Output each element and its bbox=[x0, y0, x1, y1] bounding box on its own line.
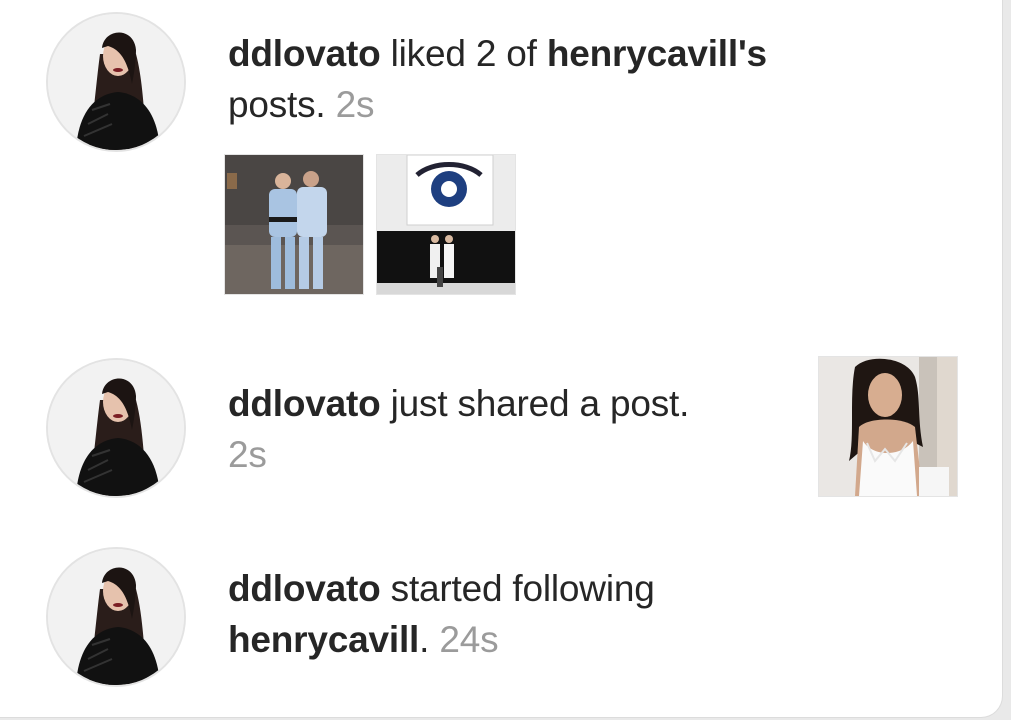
avatar[interactable] bbox=[48, 360, 184, 496]
notification-text: ddlovato just shared a post. 2s bbox=[228, 378, 698, 480]
post-thumbnail[interactable] bbox=[818, 356, 958, 497]
notification-text: ddlovato started following henrycavill. … bbox=[228, 563, 828, 665]
avatar[interactable] bbox=[48, 14, 184, 150]
notification-action-rest: . bbox=[419, 619, 430, 660]
target-username-link[interactable]: henrycavill bbox=[228, 619, 419, 660]
username-link[interactable]: ddlovato bbox=[228, 568, 381, 609]
target-username-link[interactable]: henrycavill's bbox=[547, 33, 767, 74]
username-link[interactable]: ddlovato bbox=[228, 33, 381, 74]
timestamp: 2s bbox=[228, 434, 267, 475]
avatar[interactable] bbox=[48, 549, 184, 685]
post-thumbnail[interactable] bbox=[376, 154, 516, 295]
activity-feed: ddlovato liked 2 of henrycavill's posts.… bbox=[0, 0, 1003, 718]
notification-action: liked 2 of bbox=[380, 33, 547, 74]
notification-action: started following bbox=[380, 568, 655, 609]
timestamp: 24s bbox=[439, 619, 499, 660]
timestamp: 2s bbox=[335, 84, 375, 125]
notification-action: just shared a post. bbox=[380, 383, 690, 424]
notification-text: ddlovato liked 2 of henrycavill's posts.… bbox=[228, 28, 908, 130]
username-link[interactable]: ddlovato bbox=[228, 383, 381, 424]
notification-item[interactable]: ddlovato just shared a post. 2s bbox=[0, 340, 1000, 520]
notification-action-rest: posts. bbox=[228, 84, 326, 125]
notification-item[interactable]: ddlovato started following henrycavill. … bbox=[0, 535, 1000, 715]
post-thumbnail[interactable] bbox=[224, 154, 364, 295]
notification-item[interactable]: ddlovato liked 2 of henrycavill's posts.… bbox=[0, 0, 1000, 300]
